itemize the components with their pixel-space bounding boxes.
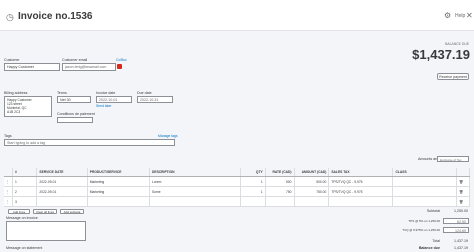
tvq-field[interactable]: 124.69: [443, 227, 469, 233]
payment-conditions-label: Conditions de paiement: [57, 112, 95, 116]
column-header: RATE (CAD): [265, 168, 295, 177]
add-lines-button[interactable]: Add lines: [8, 209, 30, 214]
terms-select[interactable]: Net 30: [57, 96, 91, 103]
message-invoice-field[interactable]: [6, 221, 86, 241]
total-value: 1,437.19: [454, 239, 468, 243]
gear-icon[interactable]: ⚙: [444, 11, 451, 20]
message-statement-label: Message on statement: [6, 246, 43, 250]
total-label: Total: [432, 239, 440, 243]
table-row[interactable]: ⋮ 2 2022-09-01 Marketing Some 1 750 750.…: [4, 186, 470, 197]
delete-column-header: [456, 168, 470, 177]
balance-due-total-label: Balance due: [418, 246, 440, 250]
manage-tags-link[interactable]: Manage tags: [158, 134, 178, 138]
clear-all-lines-button[interactable]: Clear all lines: [33, 209, 57, 214]
payment-conditions-field[interactable]: [57, 117, 93, 123]
tvq-label: TVQ @ 9.975% on 1,250.00: [402, 228, 440, 232]
add-subtotal-button[interactable]: Add subtotal: [60, 209, 84, 214]
table-row[interactable]: ⋮ 1 2022-09-01 Marketing Lorem 1 500 500…: [4, 176, 470, 187]
cc-bcc-link[interactable]: Cc/Bcc: [116, 58, 127, 62]
message-invoice-label: Message on invoice: [6, 216, 38, 220]
close-icon[interactable]: ✕: [466, 11, 473, 20]
balance-due-amount: $1,437.19: [412, 47, 470, 62]
receive-payment-button[interactable]: Receive payment: [437, 73, 469, 80]
trash-icon[interactable]: 🗑: [456, 196, 470, 207]
balance-due-total-value: 1,437.19: [454, 246, 468, 250]
drag-handle-icon[interactable]: ⋮: [4, 196, 13, 207]
column-header: DESCRIPTION: [149, 168, 242, 177]
tps-label: TPS @ 5% on 1,250.00: [408, 219, 440, 223]
customer-label: Customer: [4, 58, 20, 62]
amounts-are-select[interactable]: Exclusive of Tax: [437, 156, 469, 162]
invoice-date-label: Invoice date: [96, 91, 116, 95]
invoice-header: ◷ Invoice no.1536 ⚙ Help ✕: [0, 0, 474, 31]
column-header: QTY: [240, 168, 266, 177]
column-header: SERVICE DATE: [36, 168, 88, 177]
column-header: SALES TAX: [328, 168, 394, 177]
drag-column-header: [4, 168, 13, 177]
terms-label: Terms: [57, 91, 67, 95]
clock-icon[interactable]: ◷: [6, 12, 14, 23]
table-header-row: # SERVICE DATE PRODUCT/SERVICE DESCRIPTI…: [4, 168, 470, 177]
column-header: AMOUNT (CAD): [294, 168, 330, 177]
customer-select[interactable]: Happy Customer: [4, 63, 60, 71]
column-header: PRODUCT/SERVICE: [87, 168, 150, 177]
trash-icon[interactable]: 🗑: [456, 186, 470, 197]
email-field[interactable]: jason.ferig@tesamail.com: [62, 63, 116, 71]
subtotal-label: Subtotal: [426, 209, 440, 213]
table-row[interactable]: ⋮ 3 🗑: [4, 196, 470, 207]
tps-field[interactable]: 62.50: [443, 218, 469, 224]
send-later-link[interactable]: Send later: [96, 104, 111, 108]
trash-icon[interactable]: 🗑: [456, 176, 470, 187]
amounts-are-label: Amounts are: [418, 157, 439, 161]
drag-handle-icon[interactable]: ⋮: [4, 186, 13, 197]
tags-input[interactable]: Start typing to add a tag: [4, 139, 175, 146]
billing-address-field[interactable]: Happy Customer 123 street Montréal, QC A1B …: [4, 96, 52, 117]
email-error-icon: [117, 64, 122, 69]
page-title: Invoice no.1536: [18, 11, 93, 22]
drag-handle-icon[interactable]: ⋮: [4, 176, 13, 187]
tags-label: Tags: [4, 134, 12, 138]
due-date-label: Due date: [137, 91, 152, 95]
line-items-table: # SERVICE DATE PRODUCT/SERVICE DESCRIPTI…: [4, 168, 470, 207]
invoice-date-field[interactable]: 2022-10-01: [96, 96, 132, 103]
email-label: Customer email: [62, 58, 88, 62]
billing-address-label: Billing address: [4, 91, 28, 95]
due-date-field[interactable]: 2022-10-31: [137, 96, 173, 103]
help-link[interactable]: Help: [455, 13, 465, 19]
subtotal-value: 1,250.00: [454, 209, 468, 213]
column-header: CLASS: [392, 168, 458, 177]
balance-due-label: BALANCE DUE: [445, 42, 469, 46]
column-header: #: [12, 168, 38, 177]
